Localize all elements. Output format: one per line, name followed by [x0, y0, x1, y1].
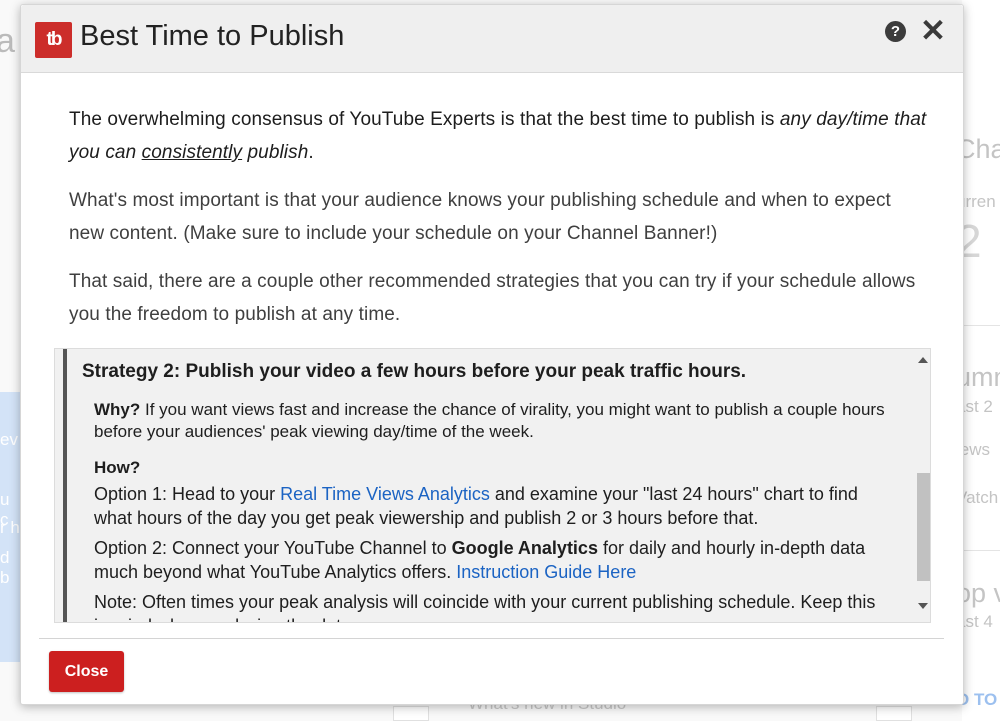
scrollbar[interactable]: [915, 349, 930, 622]
option1-prefix: Option 1: Head to your: [94, 484, 281, 504]
background-fragment: 2: [962, 215, 982, 267]
close-button[interactable]: Close: [49, 651, 124, 692]
background-fragment: O TO: [962, 690, 998, 709]
background-fragment: umm: [962, 362, 1000, 392]
option-1: Option 1: Head to your Real Time Views A…: [94, 482, 894, 530]
intro-emphasis-2: publish: [242, 142, 309, 163]
background-fragment: Char: [962, 134, 1000, 164]
footer-divider: [39, 638, 944, 639]
background-fragment: urren: [962, 192, 996, 211]
how-label: How?: [94, 458, 141, 477]
strategy-note: Note: Often times your peak analysis wil…: [94, 592, 876, 622]
background-right-column: Char urren 2 umm ast 2 iews Vatch op v a…: [962, 0, 1000, 721]
scrollbar-thumb[interactable]: [917, 473, 930, 581]
strategy-card: Strategy 2: Publish your video a few hou…: [63, 349, 905, 622]
modal-title: Best Time to Publish: [80, 20, 345, 52]
instruction-guide-link[interactable]: Instruction Guide Here: [456, 562, 636, 582]
strategy-heading: Strategy 2: Publish your video a few hou…: [82, 361, 747, 382]
help-icon[interactable]: ?: [885, 21, 906, 42]
real-time-views-analytics-link[interactable]: Real Time Views Analytics: [280, 484, 490, 504]
background-fragment: iews: [962, 440, 991, 459]
schedule-paragraph: What's most important is that your audie…: [69, 190, 891, 244]
intro-paragraph: The overwhelming consensus of YouTube Ex…: [69, 103, 929, 169]
strategy-why: Why? If you want views fast and increase…: [94, 399, 894, 443]
background-fragment: ast 4: [962, 612, 993, 631]
background-card-text: ev: [0, 430, 18, 449]
scroll-down-icon[interactable]: [918, 603, 928, 609]
why-text: If you want views fast and increase the …: [94, 400, 885, 441]
background-divider: [962, 325, 1000, 326]
google-analytics-label: Google Analytics: [451, 538, 598, 558]
background-card-text: d b: [0, 548, 10, 587]
why-label: Why?: [94, 400, 141, 419]
scroll-up-icon[interactable]: [918, 357, 928, 363]
background-box: [876, 706, 912, 721]
close-icon[interactable]: ✕: [920, 14, 946, 48]
tubebuddy-logo: tb: [35, 22, 72, 58]
background-page-fragment: a: [0, 22, 15, 60]
background-fragment: Vatch: [962, 488, 999, 507]
best-time-modal: tb Best Time to Publish ? ✕ The overwhel…: [20, 4, 964, 705]
background-box: [393, 706, 429, 721]
background-card-text: r h: [0, 518, 20, 537]
strategy-scroll-box[interactable]: Strategy 2: Publish your video a few hou…: [54, 348, 931, 623]
intro-underline: consistently: [141, 142, 243, 163]
intro-end: .: [308, 142, 314, 163]
background-card: ev u c r h d b: [0, 392, 22, 662]
intro-text: The overwhelming consensus of YouTube Ex…: [69, 109, 780, 130]
background-fragment: ast 2: [962, 397, 993, 416]
strategies-paragraph: That said, there are a couple other reco…: [69, 271, 916, 325]
option-2: Option 2: Connect your YouTube Channel t…: [94, 536, 894, 584]
modal-header: tb Best Time to Publish ? ✕: [21, 5, 963, 73]
option2-prefix: Option 2: Connect your YouTube Channel t…: [94, 538, 452, 558]
background-fragment: op v: [962, 578, 1000, 608]
background-divider: [962, 550, 1000, 551]
